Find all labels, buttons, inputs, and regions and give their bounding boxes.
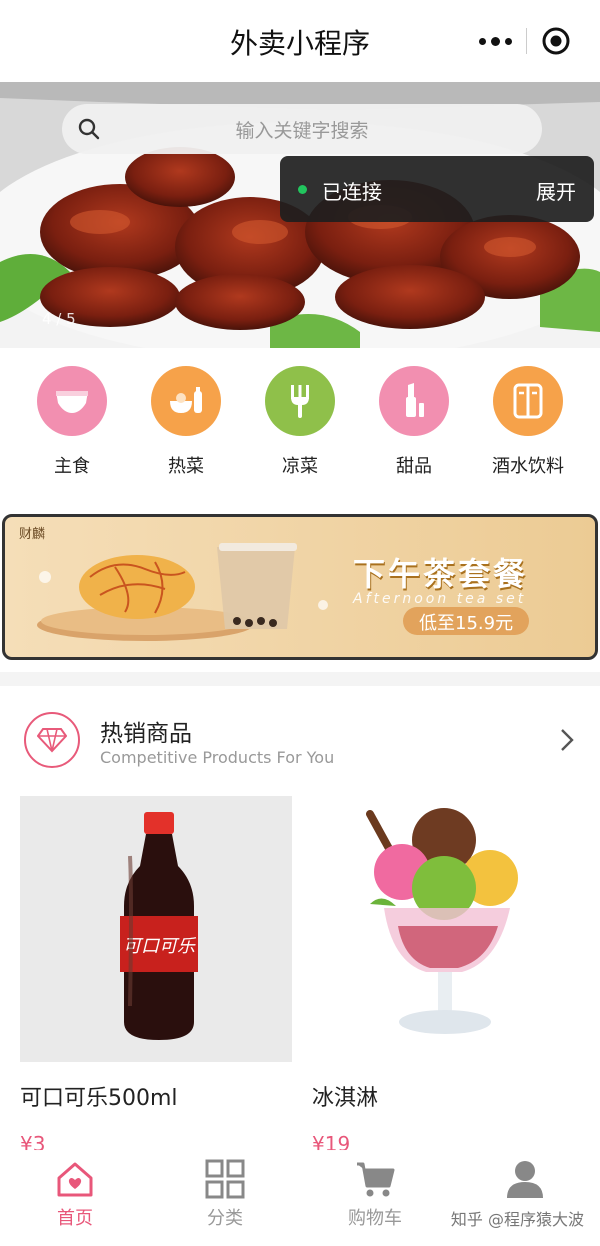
carousel-indicator: 4 / 5 — [42, 310, 76, 328]
lipstick-icon — [406, 383, 424, 417]
tab-cart[interactable]: 购物车 — [300, 1150, 450, 1246]
tab-home[interactable]: 首页 — [0, 1150, 150, 1246]
hot-products-badge — [24, 712, 80, 768]
promo-price-badge: 低至15.9元 — [403, 607, 530, 635]
home-icon — [57, 1162, 93, 1197]
category-icon-circle — [265, 366, 335, 436]
user-icon — [507, 1161, 543, 1198]
category-icon-circle — [493, 366, 563, 436]
category-drinks[interactable]: 酒水饮料 — [478, 366, 578, 486]
tab-label: 分类 — [207, 1208, 243, 1229]
product-image-cola: 可口可乐 — [20, 796, 292, 1062]
tab-profile[interactable] — [450, 1150, 600, 1246]
fridge-icon — [513, 383, 543, 419]
hot-products-subtitle: Competitive Products For You — [100, 748, 335, 767]
bowl-icon — [170, 387, 202, 413]
category-grid: 主食 热菜 凉菜 甜品 酒水饮料 — [0, 366, 600, 486]
promo-subtitle: Afternoon tea set — [353, 591, 527, 607]
navigation-bar: 外卖小程序 — [0, 0, 600, 82]
connection-panel: 已连接 展开 — [280, 156, 594, 222]
category-icon-circle — [151, 366, 221, 436]
connection-status-dot — [298, 185, 307, 194]
category-label: 热菜 — [168, 456, 204, 477]
fork-icon — [291, 385, 309, 418]
category-dessert[interactable]: 甜品 — [364, 366, 464, 486]
category-cold-dish[interactable]: 凉菜 — [250, 366, 350, 486]
promo-food-image — [37, 543, 328, 641]
product-name: 冰淇淋 — [312, 1086, 379, 1111]
diamond-icon — [37, 728, 67, 753]
product-image-ice-cream — [312, 796, 584, 1062]
hot-products-header[interactable]: 热销商品 Competitive Products For You — [0, 700, 600, 780]
grid-icon — [205, 1159, 245, 1199]
chevron-right-icon[interactable] — [560, 728, 574, 752]
capsule-menu — [466, 18, 586, 64]
product-card[interactable]: 冰淇淋 ¥19 — [312, 796, 584, 1156]
category-label: 酒水饮料 — [492, 456, 564, 477]
diaper-icon — [56, 391, 88, 413]
product-card[interactable]: 可口可乐 可口可乐500ml ¥3 — [20, 796, 292, 1156]
hot-products-title: 热销商品 — [100, 721, 192, 747]
category-hot-dish[interactable]: 热菜 — [136, 366, 236, 486]
connection-status: 已连接 — [322, 180, 382, 204]
afternoon-tea-banner[interactable]: 财麟 下午茶套餐 Afternoon tea set 低至15.9元 — [2, 514, 598, 660]
search-bar[interactable]: 输入关键字搜索 — [62, 104, 542, 154]
cola-label-text: 可口可乐 — [123, 936, 197, 957]
close-miniprogram-icon[interactable] — [526, 18, 586, 64]
search-placeholder: 输入关键字搜索 — [235, 120, 369, 142]
expand-button[interactable]: 展开 — [536, 176, 576, 205]
promo-title: 下午茶套餐 — [353, 555, 529, 593]
tab-category[interactable]: 分类 — [150, 1150, 300, 1246]
category-icon-circle — [379, 366, 449, 436]
tab-label: 购物车 — [348, 1208, 402, 1229]
category-label: 甜品 — [396, 456, 432, 477]
category-staple[interactable]: 主食 — [22, 366, 122, 486]
category-label: 主食 — [54, 456, 90, 477]
tab-label: 首页 — [57, 1208, 93, 1229]
product-name: 可口可乐500ml — [20, 1086, 178, 1111]
section-divider — [0, 672, 600, 686]
more-options-icon[interactable] — [466, 18, 526, 64]
tab-bar: 首页 分类 购物车 — [0, 1150, 600, 1246]
cart-icon — [357, 1162, 395, 1197]
banner-carousel[interactable]: 输入关键字搜索 已连接 展开 4 / 5 — [0, 82, 600, 348]
watermark: 知乎 @程序猿大波 — [450, 1210, 584, 1229]
category-icon-circle — [37, 366, 107, 436]
category-label: 凉菜 — [282, 456, 318, 477]
